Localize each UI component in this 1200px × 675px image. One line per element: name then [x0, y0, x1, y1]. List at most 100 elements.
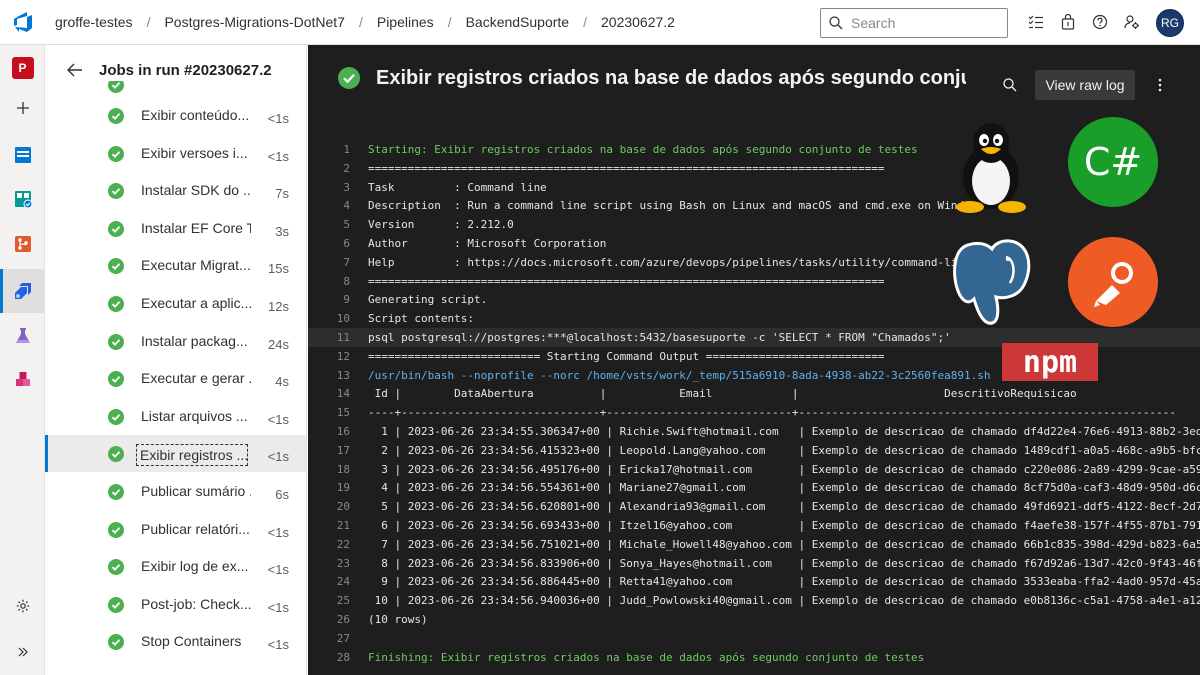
log-text: Finishing: Exibir registros criados na b… [368, 650, 925, 664]
log-text: Id | DataAbertura | Email | DescritivoRe… [368, 387, 1077, 401]
job-row[interactable]: Publicar relatóri... <1s [45, 511, 306, 548]
success-check-icon [108, 296, 124, 312]
more-options-icon[interactable] [1150, 75, 1170, 95]
job-label: Publicar relatóri... [141, 520, 250, 537]
pipelines-icon[interactable] [0, 269, 45, 313]
job-row[interactable]: Listar arquivos ... <1s [45, 398, 306, 435]
line-number: 26 [336, 613, 350, 626]
job-label: Post-job: Check... [141, 595, 251, 612]
job-label: Instalar EF Core T... [141, 219, 251, 236]
job-row[interactable]: Executar a aplic... 12s [45, 285, 306, 322]
log-text: ----+------------------------------+----… [368, 406, 1176, 420]
job-row[interactable]: Exibir registros ... <1s [45, 435, 306, 473]
line-number: 19 [336, 481, 350, 495]
boards-icon[interactable] [0, 180, 45, 218]
search-input[interactable] [851, 15, 991, 31]
job-row[interactable]: Exibir log de ex... <1s [45, 548, 306, 585]
project-settings-gear-icon[interactable] [0, 587, 45, 625]
log-text: Description : Run a command line script … [368, 199, 984, 213]
csharp-logo-icon: C# [1068, 117, 1158, 207]
success-check-icon [108, 484, 124, 500]
log-line: 24 9 | 2023-06-26 23:34:56.886445+00 | R… [308, 572, 1200, 591]
log-line: 14 Id | DataAbertura | Email | Descritiv… [308, 384, 1200, 403]
log-line: 5 Version : 2.212.0 [308, 215, 1200, 234]
line-number: 21 [336, 519, 350, 532]
success-check-icon [108, 596, 124, 613]
line-number: 13 [336, 368, 350, 382]
postgresql-elephant-logo-icon [953, 239, 1031, 325]
add-icon[interactable] [0, 89, 45, 127]
marketplace-bag-icon[interactable] [1058, 12, 1078, 32]
job-row[interactable]: Stop Containers <1s [45, 623, 306, 660]
success-check-icon [338, 67, 360, 89]
log-text: Version : 2.212.0 [368, 218, 514, 232]
breadcrumb-pipelines[interactable]: Pipelines [367, 14, 444, 30]
success-check-icon [108, 220, 124, 237]
view-raw-log-button[interactable]: View raw log [1035, 70, 1135, 100]
avatar[interactable]: RG [1156, 9, 1184, 37]
line-number: 2 [343, 161, 350, 175]
breadcrumb-separator: / [447, 14, 452, 30]
expand-nav-icon[interactable] [0, 633, 45, 671]
search-box[interactable] [820, 8, 1008, 38]
breadcrumb-run[interactable]: 20230627.2 [591, 14, 685, 30]
job-label: Listar arquivos ... [141, 407, 248, 424]
user-settings-icon[interactable] [1122, 12, 1142, 32]
log-text: 3 | 2023-06-26 23:34:56.495176+00 | Eric… [368, 462, 1200, 476]
repos-icon[interactable] [0, 225, 45, 263]
job-row[interactable]: Post-job: Check... <1s [45, 586, 306, 623]
log-text: Script contents: [368, 312, 474, 326]
log-line: 18 3 | 2023-06-26 23:34:56.495176+00 | E… [308, 460, 1200, 479]
success-check-icon [108, 371, 124, 388]
breadcrumb-pipeline[interactable]: BackendSuporte [456, 14, 580, 30]
breadcrumb-separator: / [146, 14, 151, 30]
log-text: ========================================… [368, 161, 885, 175]
back-arrow-icon[interactable] [67, 63, 87, 77]
success-check-icon [108, 521, 124, 538]
log-text: psql postgresql://postgres:***@localhost… [368, 331, 951, 344]
help-icon[interactable] [1090, 12, 1110, 32]
line-number: 12 [336, 349, 350, 363]
job-row[interactable]: Instalar SDK do ... 7s [45, 172, 306, 209]
breadcrumb: groffe-testes / Postgres-Migrations-DotN… [45, 0, 685, 45]
log-text: Task : Command line [368, 180, 547, 194]
job-row[interactable]: Exibir conteúdo... <1s [45, 97, 306, 134]
log-text: 7 | 2023-06-26 23:34:56.751021+00 | Mich… [368, 537, 1200, 551]
artifacts-icon[interactable] [0, 361, 45, 399]
job-label: Executar e gerar ... [141, 370, 251, 387]
line-number: 3 [343, 180, 350, 194]
job-row[interactable]: Exibir versoes i... <1s [45, 135, 306, 172]
search-icon[interactable] [1000, 75, 1020, 95]
job-row[interactable]: Executar Migrat... 15s [45, 247, 306, 284]
job-row[interactable]: Instalar packag... 24s [45, 323, 306, 360]
job-row[interactable]: Instalar EF Core T... 3s [45, 210, 306, 247]
left-nav-rail: P [0, 45, 45, 675]
log-text: 4 | 2023-06-26 23:34:56.554361+00 | Mari… [368, 481, 1200, 495]
log-text: Help : https://docs.microsoft.com/azure/… [368, 255, 971, 269]
job-duration: <1s [267, 411, 289, 427]
test-plans-icon[interactable] [0, 317, 45, 355]
breadcrumb-org[interactable]: groffe-testes [45, 14, 143, 30]
job-duration: 12s [268, 299, 289, 314]
log-line: 26 (10 rows) [308, 610, 1200, 629]
log-line: 19 4 | 2023-06-26 23:34:56.554361+00 | M… [308, 478, 1200, 497]
log-text: Starting: Exibir registros criados na ba… [368, 143, 918, 156]
log-text: 2 | 2023-06-26 23:34:56.415323+00 | Leop… [368, 443, 1200, 457]
job-row-partial[interactable] [45, 81, 306, 97]
log-line: 17 2 | 2023-06-26 23:34:56.415323+00 | L… [308, 441, 1200, 460]
log-text: Author : Microsoft Corporation [368, 237, 607, 250]
job-duration: 7s [275, 186, 289, 202]
azure-devops-logo-icon[interactable] [0, 0, 45, 45]
job-label: Exibir registros ... [136, 444, 248, 467]
project-avatar[interactable]: P [0, 49, 45, 87]
line-number: 5 [343, 218, 350, 232]
success-check-icon [108, 145, 124, 162]
breadcrumb-project[interactable]: Postgres-Migrations-DotNet7 [154, 14, 355, 30]
job-row[interactable]: Publicar sumário ... 6s [45, 473, 306, 510]
boards-overview-icon[interactable] [0, 136, 45, 174]
job-row[interactable]: Executar e gerar ... 4s [45, 360, 306, 397]
log-text: 8 | 2023-06-26 23:34:56.833906+00 | Sony… [368, 556, 1200, 570]
task-list-icon[interactable] [1026, 12, 1046, 32]
search-icon [829, 16, 843, 30]
log-header: Exibir registros criados na base de dado… [308, 45, 1200, 125]
